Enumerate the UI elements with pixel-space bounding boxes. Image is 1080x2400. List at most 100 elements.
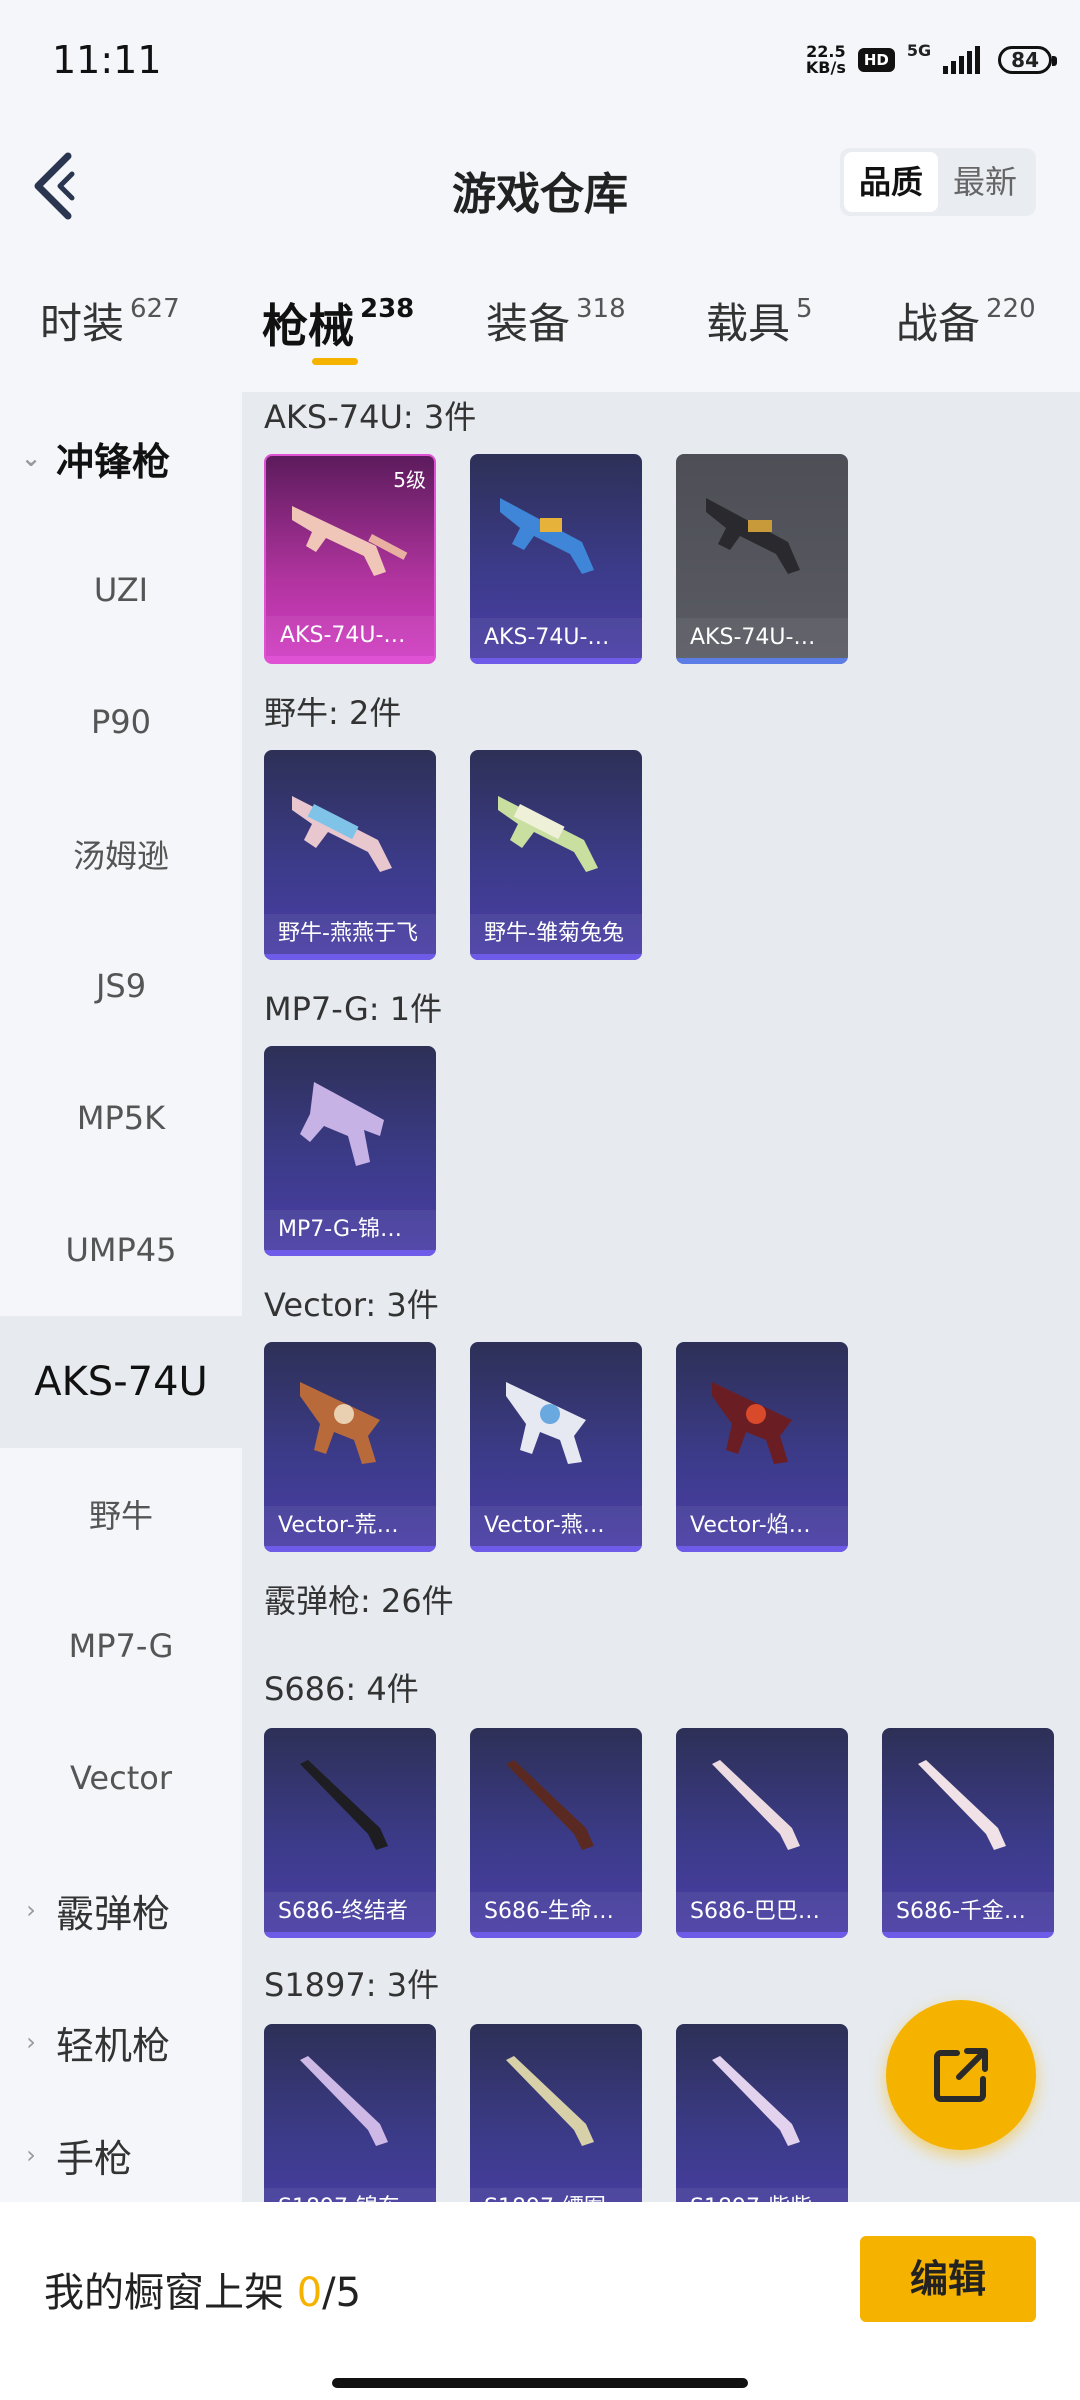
back-button[interactable] (28, 150, 88, 220)
item-name: 野牛-雏菊兔兔 (470, 914, 642, 954)
smg-icon (300, 1382, 380, 1464)
rifle-icon (292, 506, 408, 576)
external-link-icon (934, 2048, 988, 2102)
smg-icon (300, 1082, 384, 1166)
sort-option-quality[interactable]: 品质 (844, 152, 938, 212)
item-card[interactable]: S686-巴巴… (676, 1728, 848, 1938)
tab-label: 时装 (40, 299, 125, 348)
item-card[interactable]: S686-终结者 (264, 1728, 436, 1938)
item-name: Vector-荒… (264, 1506, 436, 1546)
tab-vehicles[interactable]: 载具 5 (706, 290, 813, 351)
item-name: Vector-燕… (470, 1506, 642, 1546)
sidebar-item-mp5k[interactable]: MP5K (0, 1052, 242, 1184)
item-card[interactable]: S686-千金… (882, 1728, 1054, 1938)
showcase-total-count: /5 (322, 2270, 362, 2316)
sidebar-group-label: 手枪 (56, 2136, 133, 2181)
shotgun-icon (506, 1760, 594, 1850)
item-card[interactable]: 5级 AKS-74U-… (264, 454, 436, 664)
chevron-right-icon: › (26, 1896, 36, 1924)
sidebar-item-bizon[interactable]: 野牛 (0, 1448, 242, 1580)
network-speed-unit: KB/s (805, 58, 846, 77)
item-name: AKS-74U-… (266, 616, 434, 656)
tab-fashion[interactable]: 时装 627 (40, 290, 180, 351)
sidebar-item-vector[interactable]: Vector (0, 1712, 242, 1844)
section-title: AKS-74U: 3件 (264, 398, 477, 436)
sidebar-group-shotgun[interactable]: › 霰弹枪 (0, 1844, 242, 1976)
rarity-bar (266, 656, 434, 662)
home-indicator[interactable] (332, 2378, 748, 2388)
sidebar-item-uzi[interactable]: UZI (0, 524, 242, 656)
item-card[interactable]: AKS-74U-… (470, 454, 642, 664)
shotgun-icon (712, 1760, 800, 1850)
edit-button[interactable]: 编辑 (860, 2236, 1036, 2322)
rarity-bar (676, 1546, 848, 1552)
tab-label: 载具 (706, 299, 791, 348)
smg-icon (712, 1382, 792, 1464)
rarity-bar (264, 954, 436, 960)
status-icons: 22.5 KB/s HD 5G 84 (805, 38, 1057, 82)
item-card[interactable]: S1897-锦东… (264, 2024, 436, 2202)
sort-option-latest[interactable]: 最新 (938, 152, 1032, 212)
sidebar-group-label: 霰弹枪 (56, 1891, 171, 1936)
sidebar-group-pistol[interactable]: › 手枪 (0, 2108, 242, 2202)
item-card[interactable]: 野牛-雏菊兔兔 (470, 750, 642, 960)
hd-badge: HD (857, 48, 895, 72)
sidebar-group-lmg[interactable]: › 轻机枪 (0, 1976, 242, 2108)
item-card[interactable]: MP7-G-锦… (264, 1046, 436, 1256)
tab-equipment[interactable]: 装备 318 (486, 290, 626, 351)
item-name: S686-生命… (470, 1892, 642, 1932)
item-card[interactable]: S686-生命… (470, 1728, 642, 1938)
sidebar-item-js9[interactable]: JS9 (0, 920, 242, 1052)
item-card[interactable]: Vector-燕… (470, 1342, 642, 1552)
shotgun-icon (712, 2056, 800, 2146)
status-bar: 11:11 22.5 KB/s HD 5G 84 (0, 0, 1080, 120)
rarity-bar (264, 1546, 436, 1552)
chevron-down-icon: ⌄ (20, 444, 42, 472)
section-title: 霰弹枪: 26件 (264, 1582, 454, 1620)
item-name: S686-终结者 (264, 1892, 436, 1932)
category-sidebar: ⌄ 冲锋枪 UZI P90 汤姆逊 JS9 MP5K UMP45 AKS-74U… (0, 392, 242, 2202)
signal-icon (943, 46, 981, 74)
sidebar-item-p90[interactable]: P90 (0, 656, 242, 788)
tab-count: 627 (130, 294, 180, 324)
share-button[interactable] (886, 2000, 1036, 2150)
showcase-label: 我的橱窗上架 (44, 2270, 284, 2316)
showcase-status: 我的橱窗上架 0/5 (44, 2260, 361, 2318)
tab-count: 220 (986, 294, 1036, 324)
rarity-bar (470, 954, 642, 960)
chevron-right-icon: › (26, 2028, 36, 2056)
sidebar-item-mp7g[interactable]: MP7-G (0, 1580, 242, 1712)
battery-icon: 84 (998, 46, 1057, 74)
sidebar-item-ump45[interactable]: UMP45 (0, 1184, 242, 1316)
item-name: Vector-焰… (676, 1506, 848, 1546)
network-type: 5G (906, 40, 932, 60)
tab-guns[interactable]: 枪械 238 (262, 290, 414, 356)
rarity-bar (470, 658, 642, 664)
app-header: 游戏仓库 品质 最新 (0, 140, 1080, 230)
status-time: 11:11 (52, 38, 162, 82)
sidebar-group-smg[interactable]: ⌄ 冲锋枪 (0, 392, 242, 524)
item-card[interactable]: S1897-紫紫赫… (676, 2024, 848, 2202)
tab-supplies[interactable]: 战备 220 (896, 290, 1036, 351)
section-title: Vector: 3件 (264, 1286, 439, 1324)
item-grid: AKS-74U: 3件 5级 AKS-74U-… AKS-74U-… AKS-7… (242, 392, 1080, 2202)
shotgun-icon (918, 1760, 1006, 1850)
section-title: 野牛: 2件 (264, 694, 402, 732)
smg-icon (506, 1382, 586, 1464)
smg-icon (498, 796, 598, 872)
item-card[interactable]: Vector-焰… (676, 1342, 848, 1552)
item-card[interactable]: S1897-缥囿… (470, 2024, 642, 2202)
item-card[interactable]: Vector-荒… (264, 1342, 436, 1552)
category-tabs: 时装 627 枪械 238 装备 318 载具 5 战备 220 (0, 290, 1080, 380)
item-card[interactable]: AKS-74U-… (676, 454, 848, 664)
shotgun-icon (506, 2056, 594, 2146)
back-arrow-icon (34, 152, 75, 220)
item-card[interactable]: 野牛-燕燕于飞 (264, 750, 436, 960)
bottom-bar: 我的橱窗上架 0/5 编辑 (0, 2202, 1080, 2400)
item-name: S686-巴巴… (676, 1892, 848, 1932)
item-name: S1897-锦东… (264, 2188, 436, 2202)
sidebar-item-aks74u[interactable]: AKS-74U (0, 1316, 242, 1448)
rarity-bar (470, 1546, 642, 1552)
sidebar-item-thompson[interactable]: 汤姆逊 (0, 788, 242, 920)
active-tab-indicator (312, 358, 358, 365)
